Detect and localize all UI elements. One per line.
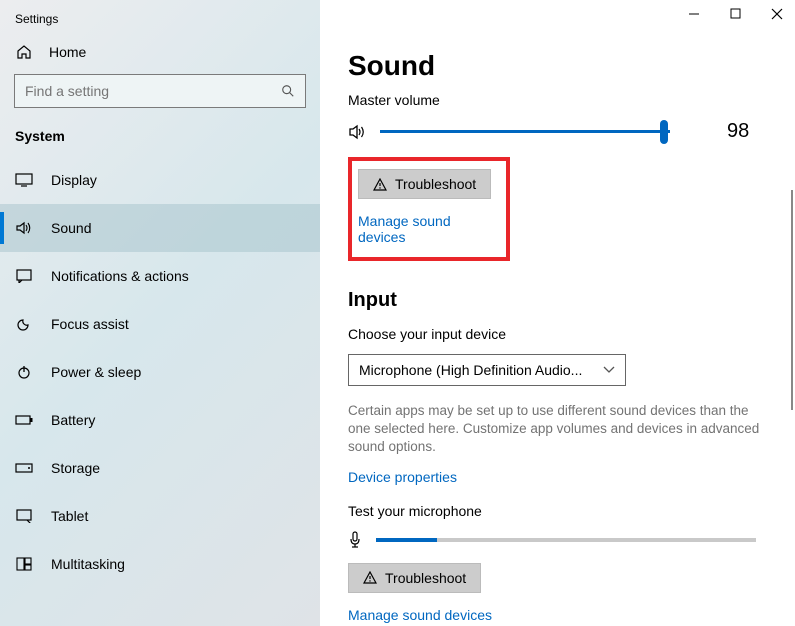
sidebar-item-label: Notifications & actions [51,268,189,284]
choose-input-label: Choose your input device [348,326,767,342]
power-icon [15,364,33,380]
multitasking-icon [15,557,33,571]
chevron-down-icon [603,366,615,374]
storage-icon [15,463,33,473]
home-label: Home [49,44,86,60]
close-button[interactable] [771,8,783,20]
sidebar-item-label: Storage [51,460,100,476]
search-input[interactable] [25,83,281,99]
device-properties-link[interactable]: Device properties [348,469,457,485]
manage-sound-link[interactable]: Manage sound devices [358,213,451,245]
highlight-annotation: Troubleshoot Manage sound devices [348,157,510,261]
maximize-button[interactable] [730,8,741,20]
notifications-icon [15,269,33,283]
minimize-button[interactable] [688,8,700,20]
search-icon [281,84,295,98]
sidebar-item-sound[interactable]: Sound [0,204,320,252]
battery-icon [15,414,33,426]
sidebar-item-power[interactable]: Power & sleep [0,348,320,396]
sidebar-item-notifications[interactable]: Notifications & actions [0,252,320,300]
page-title: Sound [348,50,767,82]
focus-icon [15,316,33,332]
home-icon [15,44,33,60]
window-controls [688,8,783,20]
tablet-icon [15,509,33,523]
group-label: System [0,120,320,156]
troubleshoot-mic-button[interactable]: Troubleshoot [348,563,481,593]
sidebar: Settings Home System Display Sound [0,0,320,626]
sidebar-item-label: Battery [51,412,95,428]
sidebar-item-label: Tablet [51,508,88,524]
sidebar-item-storage[interactable]: Storage [0,444,320,492]
volume-value: 98 [727,120,749,143]
troubleshoot-label: Troubleshoot [395,176,476,192]
troubleshoot-label: Troubleshoot [385,570,466,586]
info-text: Certain apps may be set up to use differ… [348,402,767,457]
scrollbar[interactable] [791,190,793,410]
mic-level-bar [376,538,756,542]
test-mic-label: Test your microphone [348,503,767,519]
main-panel: Sound Master volume 98 Troubleshoot [320,0,795,626]
slider-thumb[interactable] [660,120,668,144]
warning-icon [373,178,387,191]
troubleshoot-button[interactable]: Troubleshoot [358,169,491,199]
sidebar-item-label: Power & sleep [51,364,141,380]
sidebar-item-label: Sound [51,220,91,236]
speaker-icon[interactable] [348,123,368,141]
master-volume-label: Master volume [348,92,767,108]
display-icon [15,173,33,187]
sidebar-item-label: Focus assist [51,316,129,332]
window-title: Settings [0,0,320,34]
warning-icon [363,571,377,584]
sidebar-item-focus[interactable]: Focus assist [0,300,320,348]
manage-sound-link-2[interactable]: Manage sound devices [348,607,492,623]
sidebar-item-tablet[interactable]: Tablet [0,492,320,540]
volume-slider[interactable] [380,130,670,133]
input-device-value: Microphone (High Definition Audio... [359,362,582,378]
sidebar-item-display[interactable]: Display [0,156,320,204]
sidebar-item-battery[interactable]: Battery [0,396,320,444]
sidebar-item-label: Multitasking [51,556,125,572]
input-device-select[interactable]: Microphone (High Definition Audio... [348,354,626,386]
sound-icon [15,220,33,236]
search-input-wrapper[interactable] [14,74,306,108]
sidebar-item-label: Display [51,172,97,188]
home-button[interactable]: Home [0,34,320,74]
microphone-icon [348,531,362,549]
sidebar-item-multitasking[interactable]: Multitasking [0,540,320,588]
input-section-title: Input [348,289,767,312]
